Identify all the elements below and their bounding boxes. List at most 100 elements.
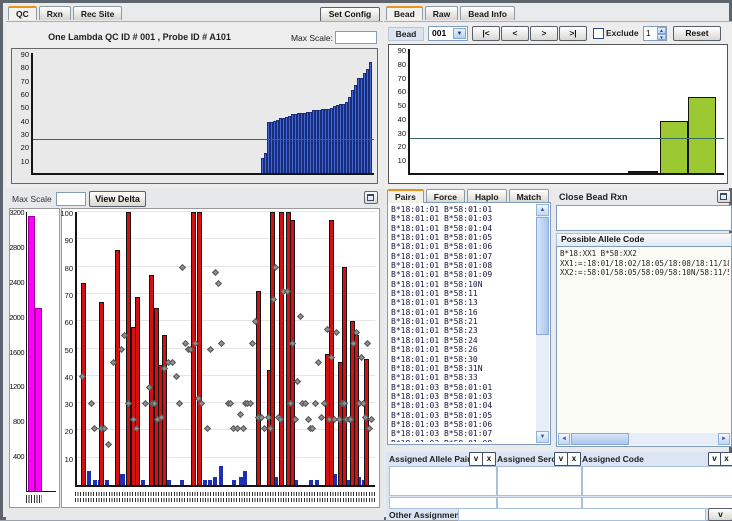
scroll-right-icon[interactable]: ► bbox=[718, 433, 730, 445]
delta-chart: 100908070605040302010 bbox=[61, 208, 380, 508]
assigned-allele-pairs-box[interactable] bbox=[389, 466, 497, 496]
restore-window-icon[interactable] bbox=[364, 191, 378, 204]
allele-code-line: B*18:XX1 B*58:XX2 bbox=[560, 249, 729, 259]
exclude-checkbox[interactable] bbox=[593, 28, 604, 39]
y-tick-label: 30 bbox=[398, 129, 406, 138]
delta-red-bar bbox=[270, 212, 275, 485]
pair-row[interactable]: B*18:01:03 B*58:01:06 bbox=[391, 420, 535, 429]
assign-code-clear-button[interactable]: x bbox=[720, 452, 732, 466]
view-delta-button[interactable]: View Delta bbox=[89, 191, 146, 207]
tab-force[interactable]: Force bbox=[426, 189, 465, 203]
pairs-listbox: B*18:01:01 B*58:01:01B*18:01:01 B*58:01:… bbox=[387, 202, 551, 445]
assign-pairs-clear-button[interactable]: x bbox=[482, 452, 496, 466]
tab-qc[interactable]: QC bbox=[8, 6, 37, 20]
delta-blue-bar bbox=[203, 480, 207, 485]
bead-number-combo[interactable]: 001 ▼ bbox=[428, 26, 468, 41]
reset-button[interactable]: Reset bbox=[673, 26, 721, 41]
scroll-left-icon[interactable]: ◄ bbox=[558, 433, 570, 445]
assign-pairs-confirm-button[interactable]: v bbox=[469, 452, 483, 466]
pairs-scrollbar[interactable]: ▲ ▼ bbox=[536, 204, 549, 443]
y-tick-label: 2800 bbox=[9, 243, 24, 252]
pair-row[interactable]: B*18:01:01 B*58:26 bbox=[391, 345, 535, 354]
pair-row[interactable]: B*18:01:01 B*58:24 bbox=[391, 336, 535, 345]
pair-row[interactable]: B*18:01:01 B*58:01:09 bbox=[391, 270, 535, 279]
chevron-down-icon[interactable]: ▼ bbox=[453, 28, 466, 39]
delta-red-bar bbox=[329, 220, 334, 485]
assign-sero-confirm-button[interactable]: v bbox=[554, 452, 568, 466]
scroll-down-icon[interactable]: ▼ bbox=[536, 431, 549, 443]
pair-row[interactable]: B*18:01:03 B*58:01:03 bbox=[391, 392, 535, 401]
tab-pairs[interactable]: Pairs bbox=[387, 189, 424, 203]
pair-row[interactable]: B*18:01:03 B*58:01:08 bbox=[391, 439, 535, 442]
tab-haplo[interactable]: Haplo bbox=[467, 189, 507, 203]
y-tick-label: 40 bbox=[65, 373, 73, 382]
assign-sero-clear-button[interactable]: x bbox=[567, 452, 581, 466]
tab-bead[interactable]: Bead bbox=[386, 6, 423, 20]
other-assignment-dropdown-button[interactable]: v bbox=[708, 508, 732, 521]
pair-row[interactable]: B*18:01:01 B*58:01:03 bbox=[391, 214, 535, 223]
pair-row[interactable]: B*18:01:03 B*58:01:07 bbox=[391, 429, 535, 438]
tab-raw[interactable]: Raw bbox=[425, 6, 458, 20]
bead-plot bbox=[408, 49, 724, 175]
pair-row[interactable]: B*18:01:01 B*58:10N bbox=[391, 280, 535, 289]
pair-row[interactable]: B*18:01:01 B*58:01:05 bbox=[391, 233, 535, 242]
y-tick-label: 2400 bbox=[9, 278, 24, 287]
restore-window-icon[interactable] bbox=[717, 190, 731, 203]
exclude-spinner[interactable]: 1 ▲▼ bbox=[643, 26, 667, 41]
y-tick-label: 70 bbox=[65, 291, 73, 300]
pair-row[interactable]: B*18:01:03 B*58:01:01 bbox=[391, 383, 535, 392]
delta-diamond-marker bbox=[305, 416, 312, 423]
delta-diamond-marker bbox=[366, 425, 373, 432]
delta-max-scale-input[interactable] bbox=[56, 192, 86, 206]
pair-row[interactable]: B*18:01:01 B*58:13 bbox=[391, 298, 535, 307]
scroll-thumb[interactable] bbox=[536, 217, 549, 335]
tab-rec-site[interactable]: Rec Site bbox=[73, 6, 123, 20]
qc-chart: 908070605040302010 bbox=[11, 48, 378, 184]
qc-panel-body: One Lambda QC ID # 001 , Probe ID # A101… bbox=[6, 21, 383, 188]
spinner-arrows-icon[interactable]: ▲▼ bbox=[657, 27, 666, 40]
pair-row[interactable]: B*18:01:01 B*58:01:01 bbox=[391, 205, 535, 214]
set-config-button[interactable]: Set Config bbox=[320, 7, 380, 22]
pair-row[interactable]: B*18:01:01 B*58:01:07 bbox=[391, 252, 535, 261]
y-tick-label: 400 bbox=[13, 452, 24, 461]
assigned-code-box[interactable] bbox=[582, 466, 732, 496]
tab-rxn[interactable]: Rxn bbox=[39, 6, 71, 20]
other-assignment-input[interactable] bbox=[458, 508, 706, 521]
allele-code-hscrollbar[interactable]: ◄ ► bbox=[558, 433, 730, 445]
pair-row[interactable]: B*18:01:03 B*58:01:04 bbox=[391, 401, 535, 410]
delta-blue-bar bbox=[232, 480, 236, 485]
tab-match[interactable]: Match bbox=[509, 189, 550, 203]
pair-row[interactable]: B*18:01:01 B*58:01:04 bbox=[391, 224, 535, 233]
bead-last-button[interactable]: >| bbox=[559, 26, 587, 41]
bead-first-button[interactable]: |< bbox=[472, 26, 500, 41]
pair-row[interactable]: B*18:01:01 B*58:33 bbox=[391, 373, 535, 382]
scroll-thumb[interactable] bbox=[571, 433, 629, 445]
bead-prev-button[interactable]: < bbox=[501, 26, 529, 41]
mfi-chart: 320028002400200016001200800400 bbox=[9, 208, 60, 508]
y-tick-label: 30 bbox=[65, 400, 73, 409]
tab-bead-info[interactable]: Bead Info bbox=[460, 6, 515, 20]
bead-next-button[interactable]: > bbox=[530, 26, 558, 41]
pair-row[interactable]: B*18:01:03 B*58:01:05 bbox=[391, 411, 535, 420]
bead-bar bbox=[660, 121, 688, 173]
y-tick-label: 80 bbox=[65, 264, 73, 273]
pair-row[interactable]: B*18:01:01 B*58:01:08 bbox=[391, 261, 535, 270]
pair-row[interactable]: B*18:01:01 B*58:01:06 bbox=[391, 242, 535, 251]
qc-panel: QCRxnRec Site Set Config One Lambda QC I… bbox=[6, 6, 383, 188]
qc-max-scale-input[interactable] bbox=[335, 31, 377, 44]
delta-diamond-marker bbox=[105, 441, 112, 448]
delta-red-bar bbox=[162, 335, 167, 485]
y-tick-label: 20 bbox=[65, 427, 73, 436]
pair-row[interactable]: B*18:01:01 B*58:11 bbox=[391, 289, 535, 298]
scroll-up-icon[interactable]: ▲ bbox=[536, 204, 549, 216]
pair-row[interactable]: B*18:01:01 B*58:23 bbox=[391, 326, 535, 335]
delta-red-bar bbox=[99, 302, 104, 485]
pair-row[interactable]: B*18:01:01 B*58:31N bbox=[391, 364, 535, 373]
delta-blue-bar bbox=[105, 480, 109, 485]
y-tick-label: 60 bbox=[65, 318, 73, 327]
close-bead-title: Close Bead Rxn bbox=[559, 192, 628, 202]
pair-row[interactable]: B*18:01:01 B*58:16 bbox=[391, 308, 535, 317]
assigned-sero-box[interactable] bbox=[497, 466, 582, 496]
pair-row[interactable]: B*18:01:01 B*58:30 bbox=[391, 355, 535, 364]
pair-row[interactable]: B*18:01:01 B*58:21 bbox=[391, 317, 535, 326]
